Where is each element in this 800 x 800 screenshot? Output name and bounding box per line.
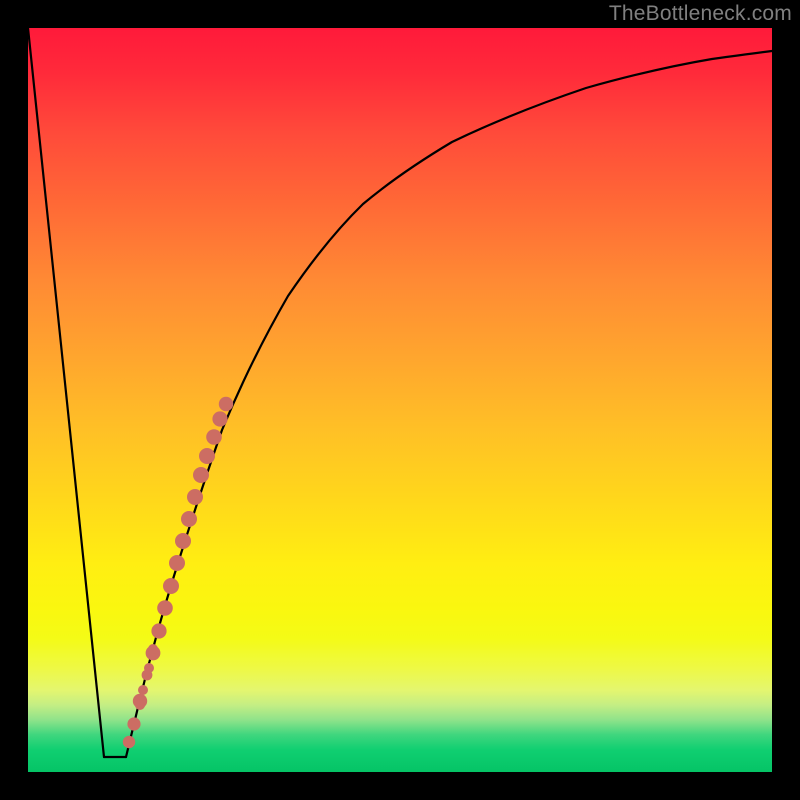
curve-left-descent	[28, 28, 104, 757]
highlight-band	[123, 397, 233, 748]
curve-layer	[28, 28, 772, 772]
watermark-text: TheBottleneck.com	[609, 2, 792, 26]
plot-area	[28, 28, 772, 772]
chart-frame: TheBottleneck.com	[0, 0, 800, 800]
